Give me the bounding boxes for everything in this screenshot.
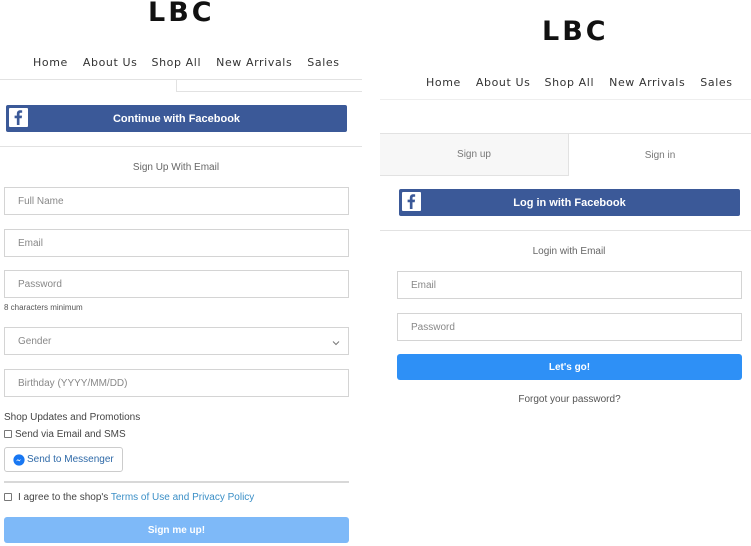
tab-strip-edge	[176, 79, 362, 92]
login-password-field[interactable]: Password	[397, 313, 742, 341]
nav-sales[interactable]: Sales	[700, 76, 732, 89]
divider	[0, 146, 362, 147]
nav-shop-all[interactable]: Shop All	[545, 76, 595, 89]
continue-with-facebook-button[interactable]: Continue with Facebook	[6, 105, 347, 132]
nav-sales[interactable]: Sales	[307, 56, 339, 69]
gender-select[interactable]: Gender	[4, 327, 349, 355]
logo[interactable]: LBC	[542, 16, 609, 47]
password-hint: 8 characters minimum	[4, 303, 83, 312]
tab-sign-in[interactable]: Sign in	[569, 134, 751, 176]
main-nav: Home About Us Shop All New Arrivals Sale…	[426, 76, 733, 89]
password-placeholder: Password	[18, 278, 62, 290]
tab-sign-up[interactable]: Sign up	[380, 134, 569, 176]
email-placeholder: Email	[411, 279, 437, 291]
signup-email-heading: Sign Up With Email	[132, 162, 220, 173]
facebook-button-label: Log in with Facebook	[513, 196, 626, 209]
password-field[interactable]: Password	[4, 270, 349, 298]
nav-home[interactable]: Home	[33, 56, 68, 69]
send-to-messenger-button[interactable]: Send to Messenger	[4, 447, 123, 472]
main-nav: Home About Us Shop All New Arrivals Sale…	[33, 56, 340, 69]
login-email-heading: Login with Email	[532, 246, 606, 257]
gender-placeholder: Gender	[18, 335, 52, 347]
divider	[4, 481, 349, 483]
messenger-icon	[13, 454, 25, 469]
nav-about-us[interactable]: About Us	[83, 56, 138, 69]
facebook-icon	[402, 192, 421, 211]
lets-go-button[interactable]: Let's go!	[397, 354, 742, 380]
signup-panel: LBC Home About Us Shop All New Arrivals …	[0, 0, 362, 546]
facebook-button-label: Continue with Facebook	[112, 112, 241, 125]
email-placeholder: Email	[18, 237, 44, 249]
chevron-down-icon	[332, 338, 340, 349]
email-field[interactable]: Email	[4, 229, 349, 257]
terms-label: I agree to the shop's Terms of Use and P…	[18, 492, 254, 503]
promotions-heading: Shop Updates and Promotions	[4, 412, 141, 423]
sign-me-up-button[interactable]: Sign me up!	[4, 517, 349, 543]
nav-about-us[interactable]: About Us	[476, 76, 531, 89]
terms-checkbox[interactable]	[4, 493, 12, 501]
password-placeholder: Password	[411, 321, 455, 333]
email-sms-label: Send via Email and SMS	[15, 429, 126, 440]
full-name-field[interactable]: Full Name	[4, 187, 349, 215]
terms-link[interactable]: Terms of Use and Privacy Policy	[111, 492, 254, 503]
forgot-password-link[interactable]: Forgot your password?	[380, 394, 751, 405]
email-sms-checkbox[interactable]	[4, 430, 12, 438]
login-email-field[interactable]: Email	[397, 271, 742, 299]
log-in-with-facebook-button[interactable]: Log in with Facebook	[399, 189, 740, 216]
full-name-placeholder: Full Name	[18, 195, 64, 207]
nav-new-arrivals[interactable]: New Arrivals	[609, 76, 685, 89]
logo[interactable]: LBC	[148, 0, 215, 28]
divider	[380, 99, 751, 100]
nav-shop-all[interactable]: Shop All	[152, 56, 202, 69]
birthday-placeholder: Birthday (YYYY/MM/DD)	[18, 377, 128, 389]
login-panel: LBC Home About Us Shop All New Arrivals …	[380, 0, 751, 546]
birthday-field[interactable]: Birthday (YYYY/MM/DD)	[4, 369, 349, 397]
nav-home[interactable]: Home	[426, 76, 461, 89]
terms-prefix: I agree to the shop's	[18, 492, 109, 503]
divider	[380, 230, 751, 231]
send-to-messenger-label: Send to Messenger	[27, 454, 114, 465]
facebook-icon	[9, 108, 28, 127]
divider	[0, 79, 176, 80]
nav-new-arrivals[interactable]: New Arrivals	[216, 56, 292, 69]
